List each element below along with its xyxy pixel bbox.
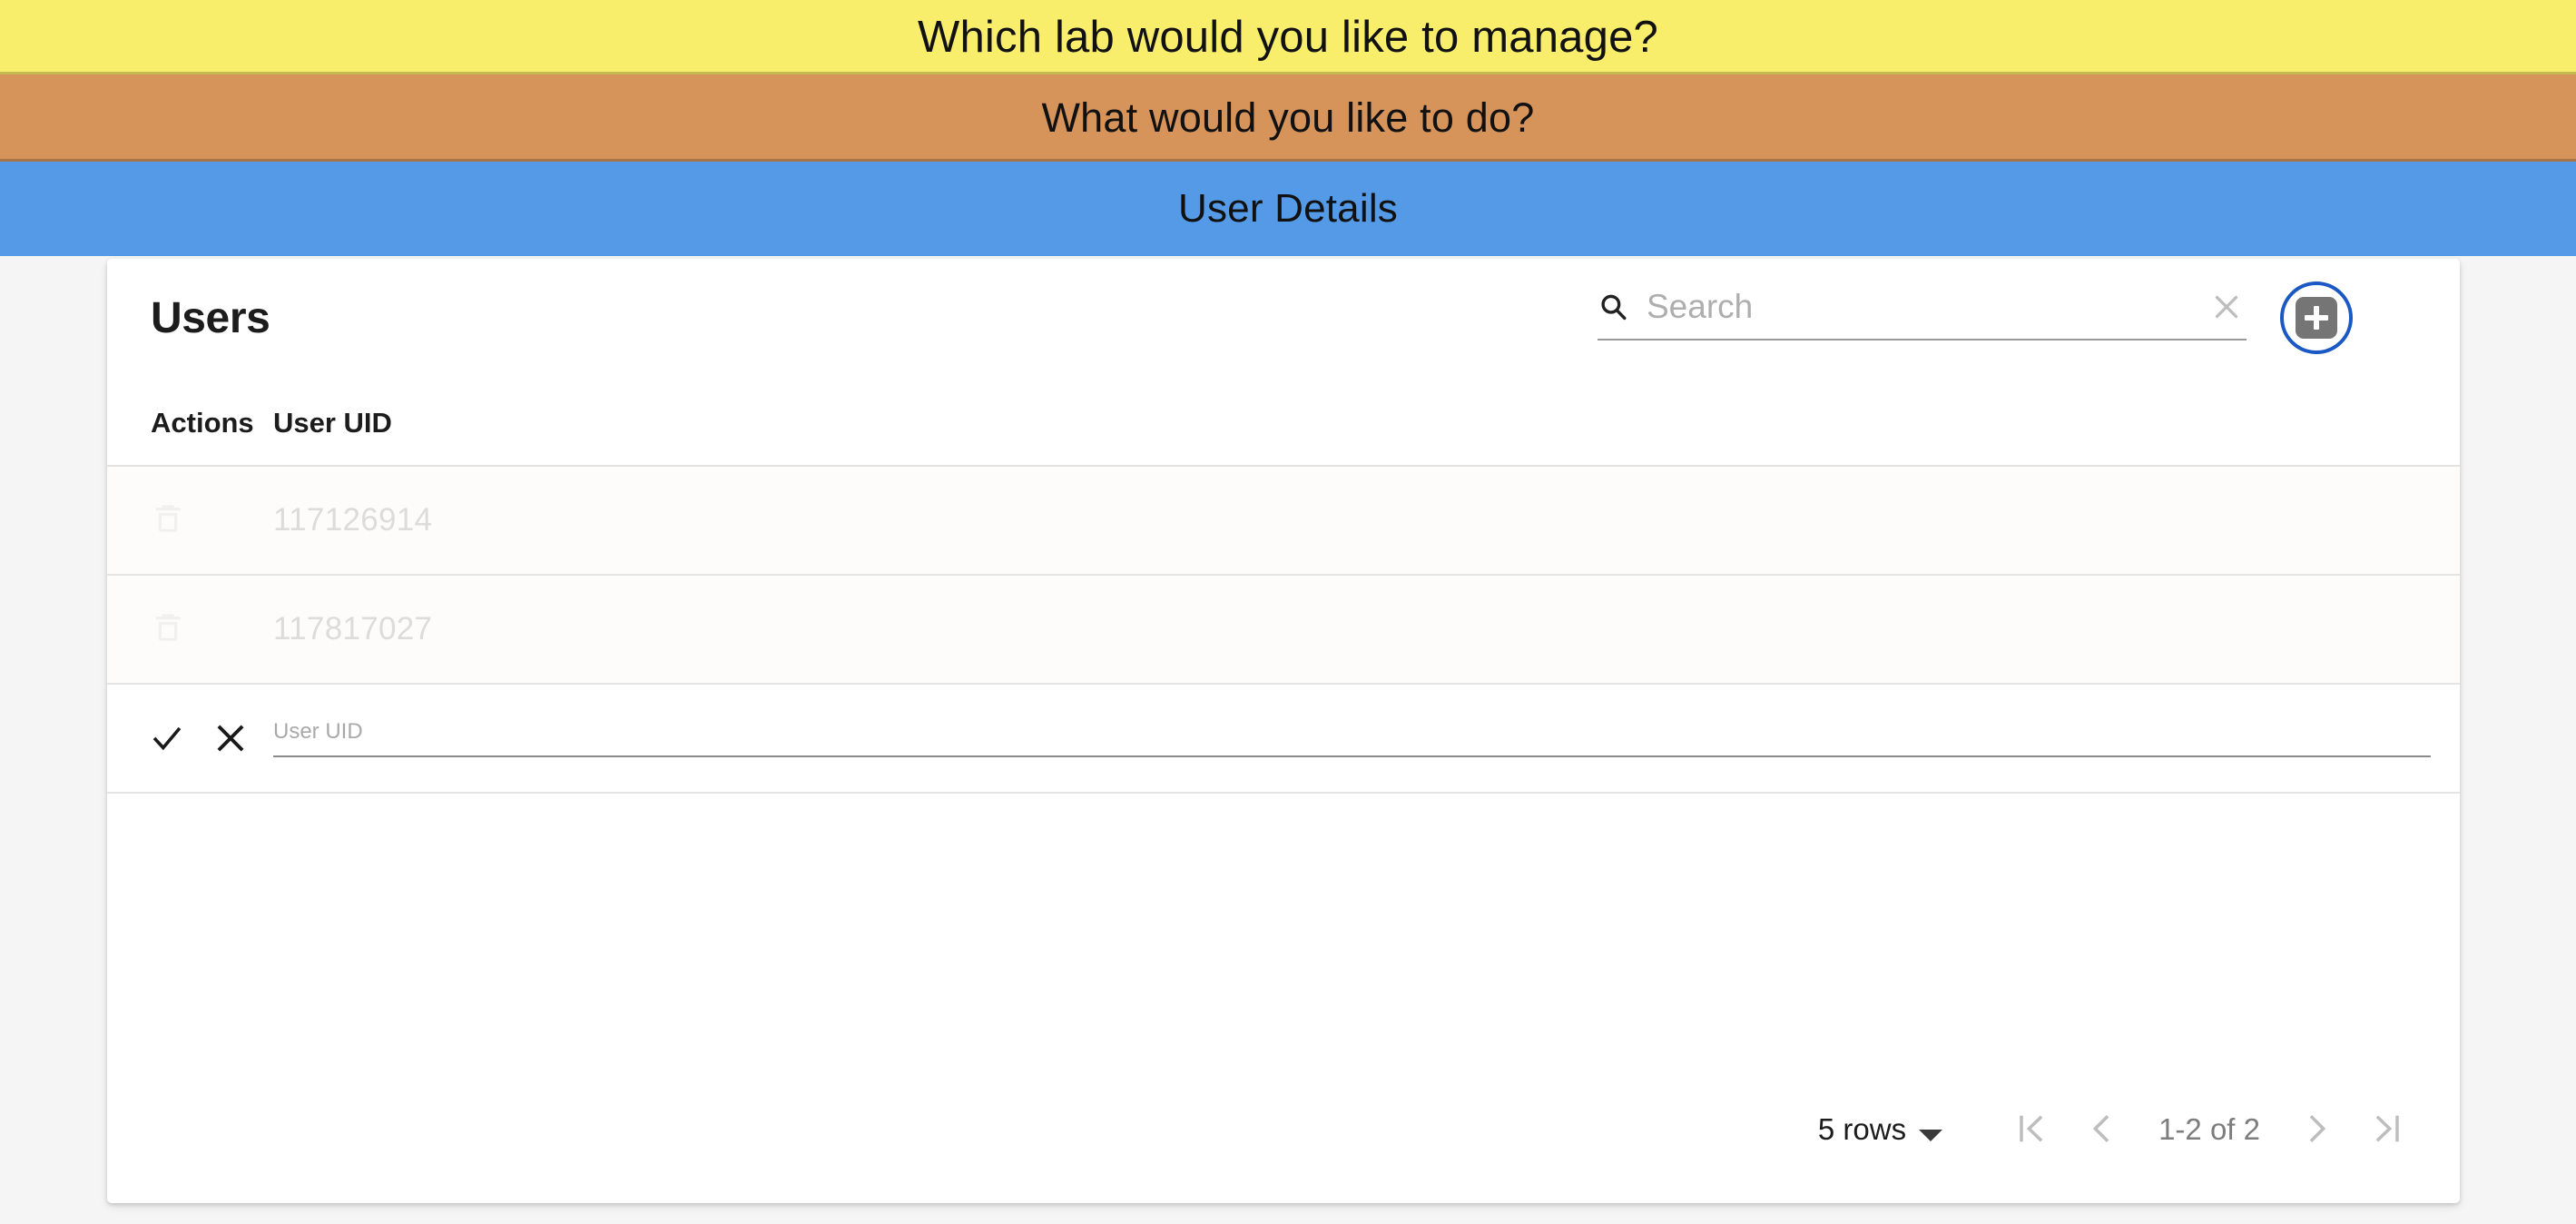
first-page-icon — [2012, 1110, 2049, 1150]
chevron-down-icon — [1919, 1129, 1943, 1141]
rows-per-page-select[interactable]: 5 rows — [1817, 1112, 1943, 1147]
pagination-range-label: 1-2 of 2 — [2158, 1112, 2260, 1146]
chevron-right-icon — [2299, 1110, 2335, 1150]
cancel-add-icon[interactable] — [214, 722, 247, 755]
action-prompt-text: What would you like to do? — [1041, 94, 1535, 141]
search-input[interactable] — [1647, 288, 2197, 326]
new-user-uid-input[interactable] — [273, 719, 2431, 757]
column-header-actions: Actions — [151, 407, 254, 439]
first-page-button[interactable] — [1995, 1094, 2066, 1165]
lab-prompt-banner: Which lab would you like to manage? — [0, 0, 2576, 74]
add-user-focus-ring — [2280, 281, 2353, 354]
delete-row-icon[interactable] — [151, 610, 185, 648]
cell-user-uid: 117126914 — [273, 502, 433, 538]
card-toolbar: Users — [107, 259, 2460, 381]
table-empty-space — [107, 794, 2460, 1086]
lab-prompt-text: Which lab would you like to manage? — [918, 13, 1658, 62]
add-user-button[interactable] — [2296, 297, 2337, 339]
clear-search-icon[interactable] — [2210, 291, 2243, 323]
page-title: Users — [151, 294, 270, 342]
search-bar — [1598, 279, 2247, 341]
last-page-icon — [2370, 1110, 2406, 1150]
last-page-button[interactable] — [2353, 1094, 2424, 1165]
section-title-text: User Details — [1177, 186, 1398, 231]
chevron-left-icon — [2083, 1110, 2119, 1150]
new-user-uid-field-wrap — [252, 719, 2460, 757]
search-field[interactable] — [1598, 279, 2247, 341]
plus-icon — [2305, 306, 2328, 330]
row-actions-cell — [107, 610, 252, 648]
previous-page-button[interactable] — [2066, 1094, 2137, 1165]
action-prompt-banner: What would you like to do? — [0, 74, 2576, 162]
table-header-row: Actions User UID — [107, 381, 2460, 467]
users-table: Actions User UID 117126914 117817027 Use… — [107, 381, 2460, 1086]
table-row[interactable]: 117817027 — [107, 576, 2460, 685]
column-header-user-uid: User UID — [273, 407, 392, 439]
row-actions-cell — [107, 501, 252, 539]
new-row-actions — [107, 722, 252, 755]
new-user-row — [107, 685, 2460, 794]
rows-per-page-label: 5 rows — [1817, 1112, 1907, 1146]
search-icon — [1598, 291, 1628, 322]
cell-user-uid: 117817027 — [273, 611, 433, 647]
confirm-add-icon[interactable] — [151, 722, 183, 755]
pagination: 5 rows 1-2 of 2 — [107, 1086, 2460, 1173]
next-page-button[interactable] — [2282, 1094, 2353, 1165]
users-card: Users Search Actions User UID 117126914 … — [107, 259, 2460, 1203]
delete-row-icon[interactable] — [151, 501, 185, 539]
section-title-banner: User Details — [0, 162, 2576, 256]
table-row[interactable]: 117126914 — [107, 467, 2460, 576]
